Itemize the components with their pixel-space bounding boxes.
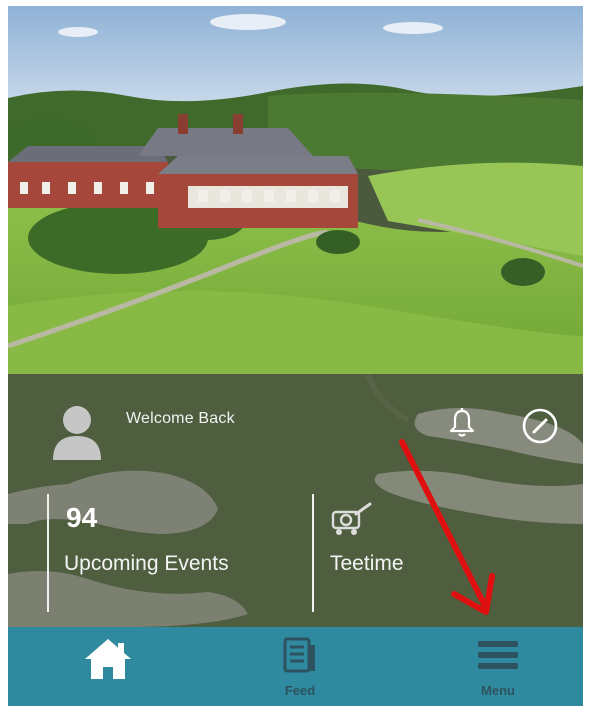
tile-divider-left [47,494,49,612]
user-avatar-icon[interactable] [52,404,102,460]
bottom-nav-bar: Feed Menu [8,627,583,706]
nav-item-home[interactable] [48,627,168,706]
feed-icon [283,637,315,673]
notification-bell-icon[interactable] [448,408,476,438]
tile-divider-middle [312,494,314,612]
hero-image [8,6,583,374]
menu-icon [478,641,518,669]
dashboard-panel: Welcome Back 94 Upcoming Events Teetime [8,374,583,627]
golf-cart-icon [331,502,372,535]
compass-icon[interactable] [522,408,558,444]
upcoming-events-tile[interactable]: 94 Upcoming Events [52,494,302,612]
teetime-tile[interactable]: Teetime [318,494,518,612]
nav-label-menu: Menu [481,683,515,698]
nav-item-menu[interactable]: Menu [438,627,558,706]
events-label: Upcoming Events [64,552,229,575]
home-icon [85,639,131,679]
teetime-label: Teetime [330,552,404,575]
app-screen: Welcome Back 94 Upcoming Events Teetime … [8,6,583,706]
nav-item-feed[interactable]: Feed [240,627,360,706]
events-count: 94 [66,502,98,533]
welcome-text: Welcome Back [126,410,235,427]
nav-label-feed: Feed [284,683,316,698]
